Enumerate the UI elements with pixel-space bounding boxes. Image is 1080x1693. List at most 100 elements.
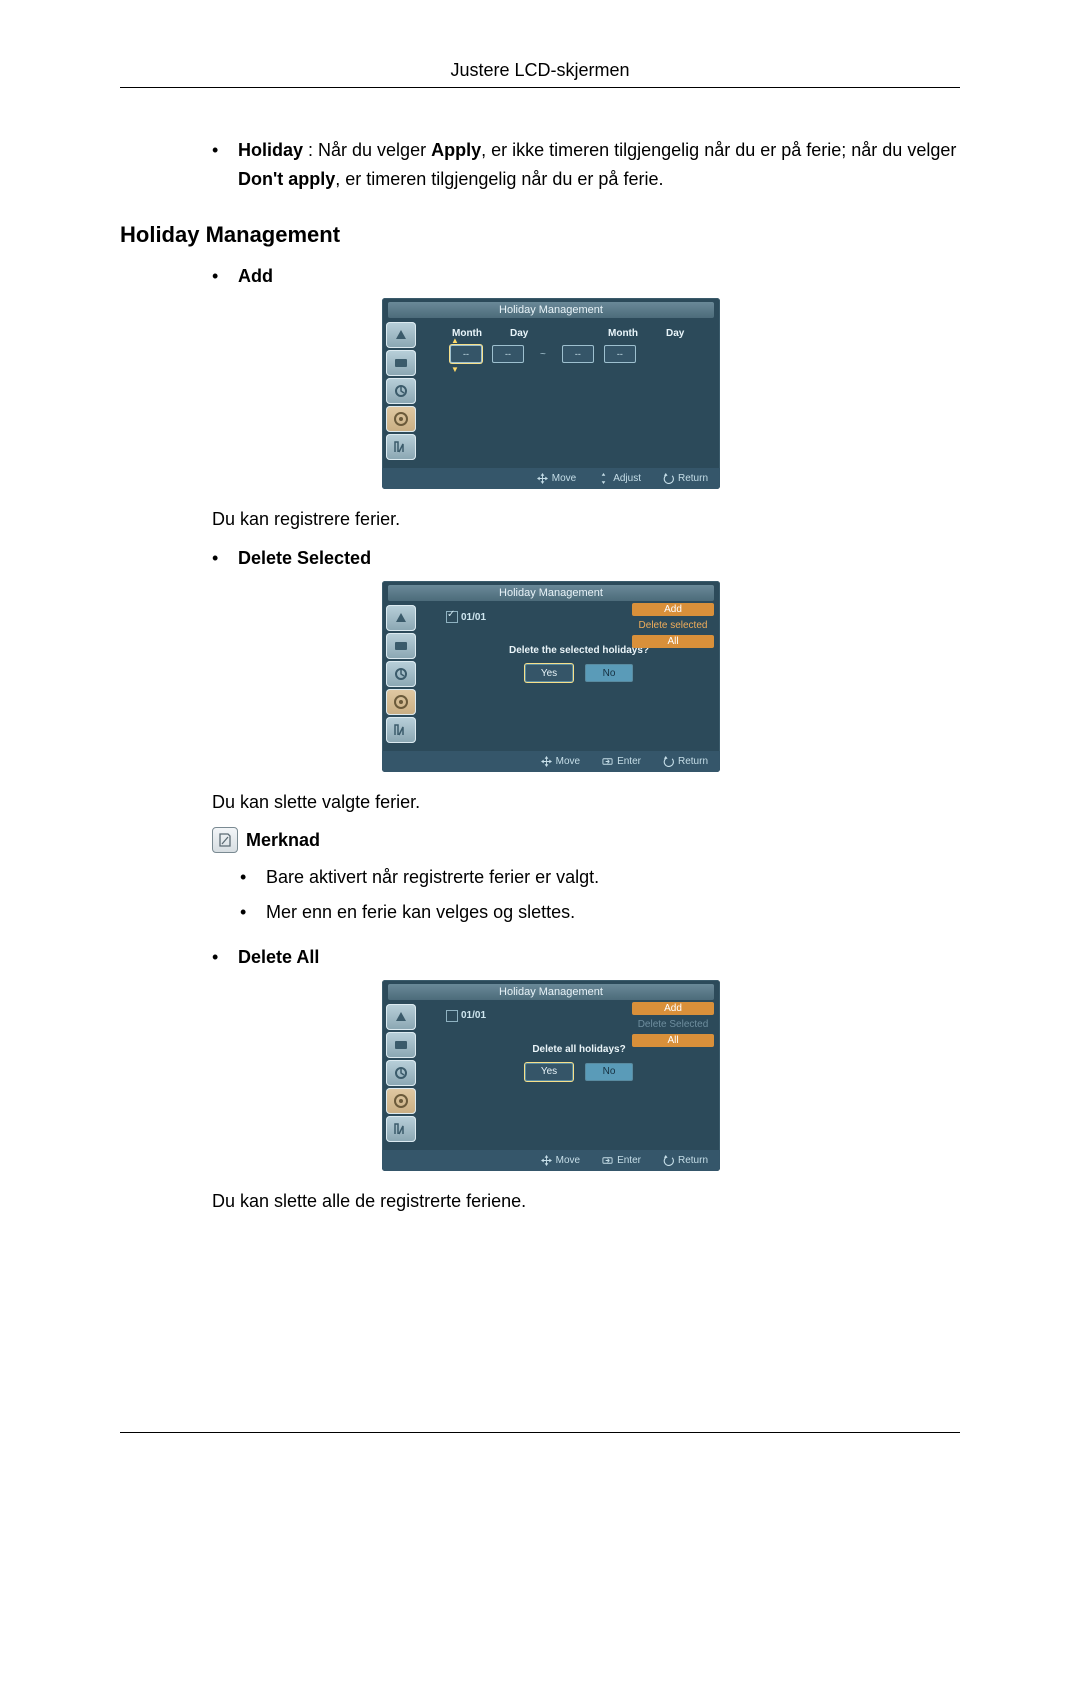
note-label: Merknad xyxy=(246,830,320,851)
field-month-2[interactable]: -- xyxy=(562,345,594,363)
foot-return: Return xyxy=(663,1155,708,1166)
intro-bullet-text: Holiday : Når du velger Apply, er ikke t… xyxy=(238,136,960,194)
no-button[interactable]: No xyxy=(585,664,633,682)
col-day-2: Day xyxy=(666,328,706,339)
holiday-checkbox-icon[interactable] xyxy=(446,611,458,623)
osd-title: Holiday Management xyxy=(388,302,714,318)
foot-return-label: Return xyxy=(678,756,708,767)
action-delete-selected[interactable]: Delete selected xyxy=(632,619,714,632)
osd-title: Holiday Management xyxy=(388,984,714,1000)
osd-nav xyxy=(382,601,438,751)
nav-icon-3[interactable] xyxy=(386,378,416,404)
field-day-1[interactable]: -- xyxy=(492,345,524,363)
delall-label: Delete All xyxy=(238,947,319,967)
foot-adjust-label: Adjust xyxy=(613,473,641,484)
action-add[interactable]: Add xyxy=(632,1002,714,1015)
nav-icon-2[interactable] xyxy=(386,1032,416,1058)
foot-adjust: Adjust xyxy=(598,473,641,484)
col-day-1: Day xyxy=(510,328,550,339)
action-add[interactable]: Add xyxy=(632,603,714,616)
osd-footer: Move Enter Return xyxy=(382,1150,720,1171)
osd-footer: Move Enter Return xyxy=(382,751,720,772)
intro-block: • Holiday : Når du velger Apply, er ikke… xyxy=(212,136,960,194)
page-header: Justere LCD-skjermen xyxy=(120,60,960,88)
foot-enter: Enter xyxy=(602,1155,641,1166)
add-desc: Du kan registrere ferier. xyxy=(212,509,960,530)
foot-return-label: Return xyxy=(678,1155,708,1166)
range-sep: ~ xyxy=(534,349,552,360)
no-button[interactable]: No xyxy=(585,1063,633,1081)
yes-button[interactable]: Yes xyxy=(525,1063,573,1081)
nav-icon-1[interactable] xyxy=(386,605,416,631)
field-day-2[interactable]: -- xyxy=(604,345,636,363)
holiday-checkbox-icon[interactable] xyxy=(446,1010,458,1022)
intro-text-3: , er timeren tilgjengelig når du er på f… xyxy=(335,169,663,189)
osd-main: 01/01 Add Delete Selected All Delete all… xyxy=(438,1000,720,1150)
osd-title: Holiday Management xyxy=(388,585,714,601)
nav-icon-4[interactable] xyxy=(386,1088,416,1114)
nav-icon-5[interactable] xyxy=(386,434,416,460)
side-actions: Add Delete selected All xyxy=(632,603,714,648)
action-all[interactable]: All xyxy=(632,1034,714,1047)
side-actions: Add Delete Selected All xyxy=(632,1002,714,1047)
note-item-2-text: Mer enn en ferie kan velges og slettes. xyxy=(266,898,575,927)
foot-enter: Enter xyxy=(602,756,641,767)
foot-move-label: Move xyxy=(556,1155,580,1166)
note-row: Merknad xyxy=(212,827,960,853)
intro-strong-dontapply: Don't apply xyxy=(238,169,335,189)
nav-icon-2[interactable] xyxy=(386,633,416,659)
intro-text-1: : Når du velger xyxy=(303,140,431,160)
foot-move: Move xyxy=(541,1155,580,1166)
foot-return: Return xyxy=(663,473,708,484)
note-item-2: • Mer enn en ferie kan velges og slettes… xyxy=(240,898,960,927)
intro-text-2: , er ikke timeren tilgjengelig når du er… xyxy=(481,140,956,160)
nav-icon-3[interactable] xyxy=(386,661,416,687)
add-label: Add xyxy=(238,266,273,286)
foot-enter-label: Enter xyxy=(617,756,641,767)
action-delete-selected[interactable]: Delete Selected xyxy=(632,1018,714,1031)
footer-rule xyxy=(120,1432,960,1433)
osd-main: 01/01 Add Delete selected All Delete the… xyxy=(438,601,720,751)
nav-icon-4[interactable] xyxy=(386,406,416,432)
osd-add: Holiday Management ▲▼ xyxy=(382,298,720,489)
intro-strong-apply: Apply xyxy=(431,140,481,160)
osd-nav xyxy=(382,318,438,468)
section-title: Holiday Management xyxy=(120,222,960,248)
osd-nav xyxy=(382,1000,438,1150)
add-bullet: • Add xyxy=(212,262,960,291)
delsel-label: Delete Selected xyxy=(238,548,371,568)
foot-move: Move xyxy=(541,756,580,767)
foot-return: Return xyxy=(663,756,708,767)
osd-footer: Move Adjust Return xyxy=(382,468,720,489)
bullet-icon: • xyxy=(212,943,238,972)
confirm-dialog: Delete the selected holidays? Yes No xyxy=(479,645,679,682)
foot-enter-label: Enter xyxy=(617,1155,641,1166)
yes-button[interactable]: Yes xyxy=(525,664,573,682)
osd-delall: Holiday Management 01/01 xyxy=(382,980,720,1171)
foot-move-label: Move xyxy=(556,756,580,767)
bullet-icon: • xyxy=(212,262,238,291)
page-header-title: Justere LCD-skjermen xyxy=(450,60,629,80)
note-item-1: • Bare aktivert når registrerte ferier e… xyxy=(240,863,960,892)
intro-bullet: • Holiday : Når du velger Apply, er ikke… xyxy=(212,136,960,194)
nav-icon-4[interactable] xyxy=(386,689,416,715)
nav-icon-1[interactable] xyxy=(386,1004,416,1030)
action-all[interactable]: All xyxy=(632,635,714,648)
delall-desc: Du kan slette alle de registrerte ferien… xyxy=(212,1191,960,1212)
holiday-date: 01/01 xyxy=(461,1010,486,1021)
osd-main: ▲▼ Month Day Month Day xyxy=(438,318,720,468)
bullet-icon: • xyxy=(240,863,266,892)
bullet-icon: • xyxy=(212,136,238,165)
page: Justere LCD-skjermen • Holiday : Når du … xyxy=(0,0,1080,1693)
delsel-bullet: • Delete Selected xyxy=(212,544,960,573)
bullet-icon: • xyxy=(240,898,266,927)
foot-move-label: Move xyxy=(552,473,576,484)
foot-return-label: Return xyxy=(678,473,708,484)
note-icon xyxy=(212,827,238,853)
nav-icon-5[interactable] xyxy=(386,1116,416,1142)
nav-icon-5[interactable] xyxy=(386,717,416,743)
nav-icon-1[interactable] xyxy=(386,322,416,348)
nav-icon-2[interactable] xyxy=(386,350,416,376)
nav-icon-3[interactable] xyxy=(386,1060,416,1086)
holiday-date: 01/01 xyxy=(461,612,486,623)
